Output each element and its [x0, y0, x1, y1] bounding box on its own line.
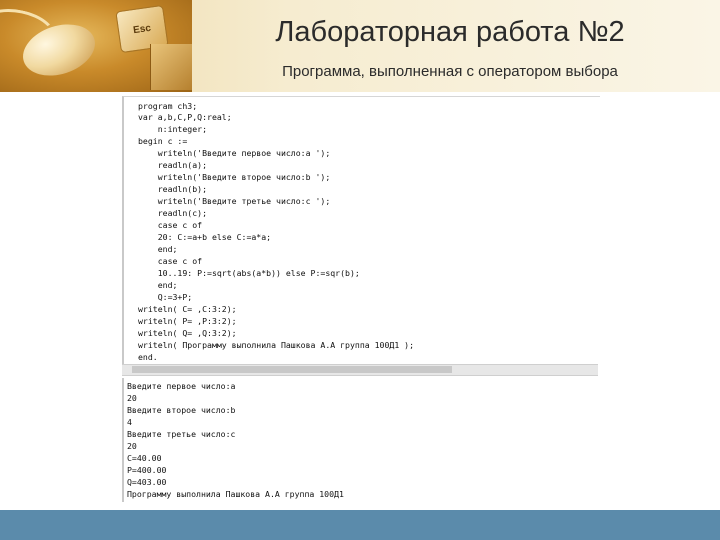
output-line: Введите второе число:b [127, 405, 236, 415]
code-editor-window[interactable]: program ch3; var a,b,C,P,Q:real; n:integ… [122, 96, 600, 365]
code-line: writeln( Программу выполнила Пашкова А.А… [138, 340, 415, 350]
code-line: program ch3; [138, 101, 198, 111]
output-line: P=400.00 [127, 465, 167, 475]
code-line: Q:=3+P; [138, 292, 193, 302]
code-line: n:integer; [138, 124, 208, 134]
slide-footer-bar [0, 510, 720, 540]
output-line: 20 [127, 393, 137, 403]
slide-subtitle: Программа, выполненная с оператором выбо… [282, 63, 618, 80]
output-line: Q=403.00 [127, 477, 167, 487]
code-line: 20: C:=a+b else C:=a*a; [138, 232, 272, 242]
code-line: writeln('Введите третье число:c '); [138, 196, 331, 206]
code-line: readln(c); [138, 208, 208, 218]
output-line: 20 [127, 441, 137, 451]
slide-header: Esc Лабораторная работа №2 Программа, вы… [0, 0, 720, 92]
output-line: Программу выполнила Пашкова А.А группа 1… [127, 489, 344, 499]
code-line: readln(b); [138, 184, 208, 194]
code-line: end; [138, 244, 178, 254]
scrollbar-thumb[interactable] [132, 366, 452, 373]
output-console-window[interactable]: Введите первое число:a 20 Введите второе… [122, 378, 600, 502]
code-line: writeln('Введите второе число:b '); [138, 172, 331, 182]
code-line: writeln( C= ,C:3:2); [138, 304, 237, 314]
output-line: Введите третье число:c [127, 429, 236, 439]
code-line: end. [138, 352, 158, 362]
output-line: C=40.00 [127, 453, 162, 463]
code-line: writeln( P= ,P:3:2); [138, 316, 237, 326]
code-line: end; [138, 280, 178, 290]
output-line: Введите первое число:a [127, 381, 236, 391]
code-line: case c of [138, 220, 203, 230]
keyboard-icon [150, 44, 192, 90]
code-line: begin c := [138, 136, 188, 146]
code-line: var a,b,C,P,Q:real; [138, 112, 232, 122]
horizontal-scrollbar[interactable] [122, 364, 598, 376]
code-line: readln(a); [138, 160, 208, 170]
code-line: writeln('Введите первое число:a '); [138, 148, 331, 158]
output-line: 4 [127, 417, 132, 427]
header-photo-mouse-keyboard: Esc [0, 0, 192, 92]
code-line: 10..19: P:=sqrt(abs(a*b)) else P:=sqr(b)… [138, 268, 360, 278]
slide-title: Лабораторная работа №2 [275, 16, 625, 48]
code-line: writeln( Q= ,Q:3:2); [138, 328, 237, 338]
code-line: case c of [138, 256, 203, 266]
